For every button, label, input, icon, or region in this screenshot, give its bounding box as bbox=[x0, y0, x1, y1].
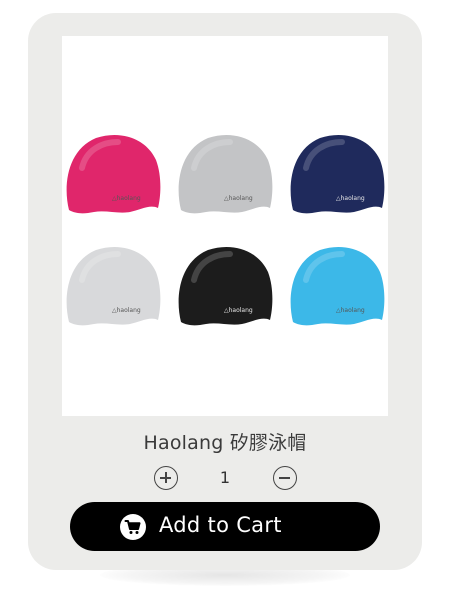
product-image[interactable]: △haolang △haolang △haolang △haolang △haolang… bbox=[62, 36, 388, 416]
svg-text:△haolang: △haolang bbox=[112, 195, 141, 202]
swim-cap: △haolang bbox=[66, 134, 161, 214]
add-to-cart-label: Add to Cart bbox=[159, 513, 282, 537]
quantity-value: 1 bbox=[219, 468, 231, 487]
svg-text:△haolang: △haolang bbox=[112, 307, 141, 314]
swim-caps-illustration: △haolang △haolang △haolang △haolang △haolang… bbox=[66, 134, 385, 326]
quantity-selector: 1 bbox=[0, 464, 450, 492]
swim-cap: △haolang bbox=[290, 246, 385, 326]
swim-cap: △haolang bbox=[178, 134, 273, 214]
shopping-cart-icon bbox=[120, 514, 146, 540]
swim-cap: △haolang bbox=[66, 246, 161, 326]
svg-text:△haolang: △haolang bbox=[336, 195, 365, 202]
swim-cap: △haolang bbox=[178, 246, 273, 326]
swim-cap: △haolang bbox=[290, 134, 385, 214]
svg-text:△haolang: △haolang bbox=[224, 307, 253, 314]
plus-vertical-stroke bbox=[165, 472, 167, 484]
plus-circle-icon[interactable] bbox=[154, 466, 178, 490]
svg-text:△haolang: △haolang bbox=[336, 307, 365, 314]
minus-stroke bbox=[279, 477, 291, 479]
add-to-cart-button[interactable]: Add to Cart bbox=[70, 502, 380, 551]
minus-circle-icon[interactable] bbox=[273, 466, 297, 490]
svg-text:△haolang: △haolang bbox=[224, 195, 253, 202]
product-title: Haolang 矽膠泳帽 bbox=[143, 432, 307, 454]
